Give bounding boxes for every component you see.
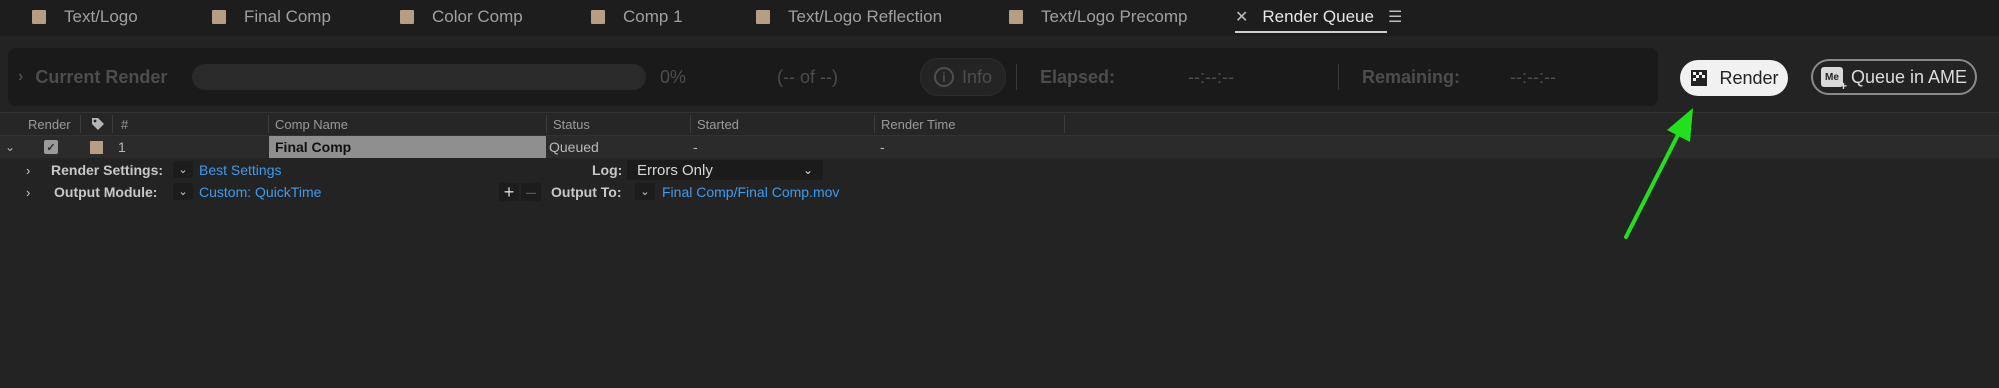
- plus-icon: +: [1839, 79, 1847, 93]
- info-button[interactable]: i Info: [920, 58, 1006, 96]
- chevron-right-icon[interactable]: ›: [26, 159, 30, 181]
- queue-in-ame-label: Queue in AME: [1850, 66, 1968, 87]
- tab-label: Final Comp: [244, 7, 331, 26]
- media-encoder-icon: Me +: [1820, 67, 1847, 93]
- tab-label: Render Queue: [1262, 7, 1374, 26]
- column-divider[interactable]: [112, 115, 113, 133]
- tab-text-logo-reflection[interactable]: Text/Logo Reflection: [756, 0, 942, 34]
- tab-label: Color Comp: [432, 7, 523, 26]
- tab-comp-1[interactable]: Comp 1: [591, 0, 683, 34]
- render-button-label: Render: [1719, 67, 1779, 88]
- chevron-right-icon[interactable]: ›: [26, 181, 30, 203]
- divider: [1016, 64, 1017, 90]
- tab-text-logo[interactable]: Text/Logo: [32, 0, 138, 34]
- render-checkbox[interactable]: ✓: [44, 136, 58, 158]
- output-module-label: Output Module:: [54, 184, 158, 200]
- render-count: (-- of --): [777, 66, 838, 87]
- close-icon[interactable]: ✕: [1235, 7, 1248, 27]
- queue-in-ame-button[interactable]: Me + Queue in AME: [1811, 59, 1977, 95]
- remaining-value: --:--:--: [1510, 66, 1556, 87]
- log-select-value: Errors Only: [637, 161, 713, 179]
- checkmark-icon: ✓: [44, 140, 58, 154]
- column-divider[interactable]: [546, 115, 547, 133]
- ame-badge-text: Me: [1825, 71, 1839, 83]
- column-divider[interactable]: [1064, 115, 1065, 133]
- progress-percent: 0%: [660, 66, 687, 87]
- tab-text-logo-precomp[interactable]: Text/Logo Precomp: [1009, 0, 1187, 34]
- render-button[interactable]: Render: [1680, 60, 1788, 96]
- output-to-dropdown[interactable]: ⌄: [635, 183, 655, 200]
- tab-final-comp[interactable]: Final Comp: [212, 0, 331, 34]
- column-header-number[interactable]: #: [121, 113, 128, 135]
- column-divider[interactable]: [268, 115, 269, 133]
- active-tab-indicator: [1235, 31, 1387, 33]
- table-row[interactable]: ⌄ ✓ 1 Final Comp Queued - -: [0, 136, 1999, 158]
- render-time-cell: -: [880, 139, 885, 155]
- started-cell: -: [693, 139, 698, 155]
- panel-menu-icon[interactable]: ☰: [1388, 7, 1402, 27]
- info-label: Info: [961, 66, 993, 87]
- panel-tab-bar: Text/Logo Final Comp Color Comp Comp 1 T…: [0, 0, 1999, 36]
- render-queue-header: Render # Comp Name Status Started Render…: [0, 112, 1999, 136]
- column-divider[interactable]: [80, 115, 81, 133]
- output-module-link[interactable]: Custom: QuickTime: [199, 181, 321, 203]
- column-divider[interactable]: [874, 115, 875, 133]
- render-flag-icon: [1691, 70, 1708, 86]
- comp-name-cell[interactable]: Final Comp: [269, 136, 546, 158]
- tab-label: Text/Logo Precomp: [1041, 7, 1188, 26]
- log-label: Log:: [592, 162, 623, 178]
- render-status-bar: › Current Render 0% (-- of --) i Info El…: [8, 48, 1658, 106]
- tab-color-comp[interactable]: Color Comp: [400, 0, 523, 34]
- column-header-render-time[interactable]: Render Time: [881, 113, 955, 135]
- chevron-down-icon: ⌄: [802, 163, 813, 177]
- comp-color-swatch: [756, 10, 770, 24]
- column-header-render[interactable]: Render: [28, 113, 71, 135]
- tab-label: Text/Logo: [64, 7, 138, 26]
- column-divider[interactable]: [690, 115, 691, 133]
- comp-color-swatch: [400, 10, 414, 24]
- current-render-toggle[interactable]: › Current Render: [18, 48, 167, 106]
- label-tag-icon[interactable]: [90, 113, 106, 135]
- column-header-started[interactable]: Started: [697, 113, 739, 135]
- comp-color-swatch: [591, 10, 605, 24]
- row-number: 1: [118, 139, 126, 155]
- output-module-dropdown[interactable]: ⌄: [173, 183, 193, 200]
- output-to-label: Output To:: [551, 184, 622, 200]
- tab-label: Comp 1: [623, 7, 683, 26]
- elapsed-value: --:--:--: [1188, 66, 1234, 87]
- chevron-right-icon: ›: [18, 68, 24, 85]
- remove-output-module-button[interactable]: –: [521, 182, 541, 202]
- divider: [1338, 64, 1339, 90]
- tab-render-queue[interactable]: ✕ Render Queue ☰: [1235, 0, 1402, 34]
- render-settings-label: Render Settings:: [51, 162, 164, 178]
- add-output-module-button[interactable]: +: [499, 182, 519, 202]
- render-settings-dropdown[interactable]: ⌄: [173, 161, 193, 178]
- comp-color-swatch: [212, 10, 226, 24]
- remaining-label: Remaining:: [1362, 66, 1461, 87]
- column-header-status[interactable]: Status: [553, 113, 590, 135]
- log-select[interactable]: Errors Only ⌄: [627, 160, 823, 180]
- elapsed-label: Elapsed:: [1040, 66, 1116, 87]
- render-settings-link[interactable]: Best Settings: [199, 159, 282, 181]
- label-color-swatch[interactable]: [90, 136, 103, 158]
- current-render-label: Current Render: [35, 66, 168, 87]
- output-module-row: › Output Module: ⌄ Custom: QuickTime + –…: [0, 181, 1999, 203]
- comp-color-swatch: [32, 10, 46, 24]
- tab-label: Text/Logo Reflection: [788, 7, 943, 26]
- info-icon: i: [933, 67, 954, 87]
- output-to-link[interactable]: Final Comp/Final Comp.mov: [662, 181, 839, 203]
- chevron-down-icon[interactable]: ⌄: [5, 136, 15, 158]
- render-settings-row: › Render Settings: ⌄ Best Settings Log: …: [0, 159, 1999, 181]
- comp-color-swatch: [1009, 10, 1023, 24]
- render-progress-bar: [192, 64, 646, 90]
- column-header-comp-name[interactable]: Comp Name: [275, 113, 348, 135]
- status-cell: Queued: [549, 139, 599, 155]
